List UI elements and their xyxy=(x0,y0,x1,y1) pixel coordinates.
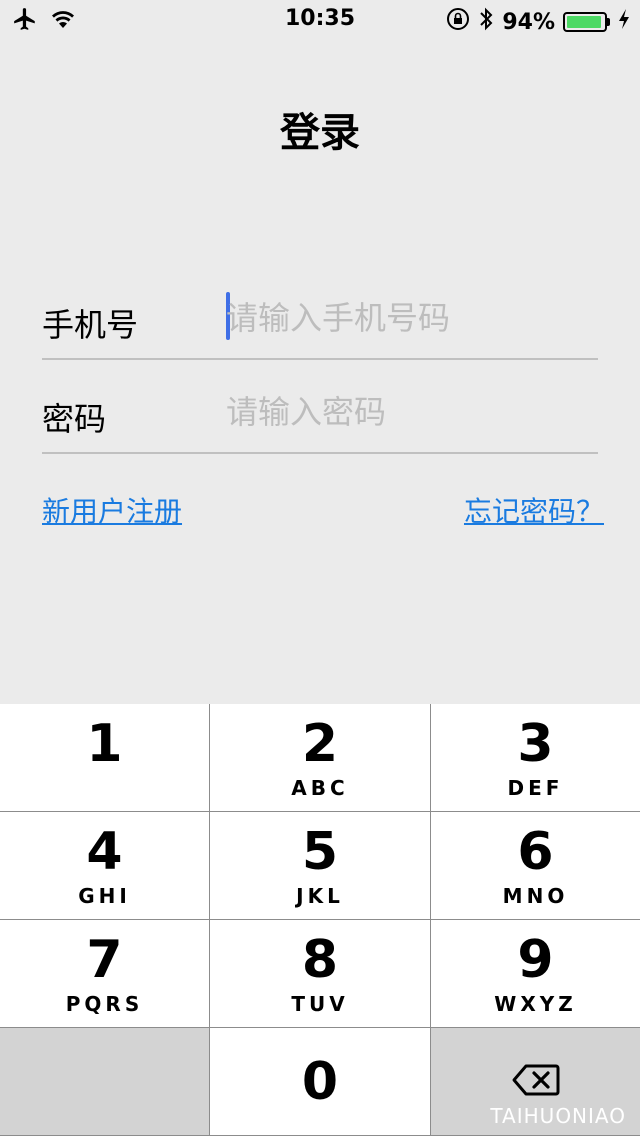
key-5[interactable]: 5 JKL xyxy=(210,812,430,919)
key-digit: 8 xyxy=(301,930,339,990)
key-6[interactable]: 6 MNO xyxy=(431,812,640,919)
numeric-keypad: 1 2 ABC 3 DEF 4 GHI 5 JKL 6 MNO 7 PQRS 8 TUV 9W… xyxy=(0,704,640,1136)
backspace-icon xyxy=(512,1063,560,1101)
battery-percent: 94% xyxy=(502,9,555,35)
key-digit: 6 xyxy=(517,822,554,882)
key-4[interactable]: 4 GHI xyxy=(0,812,209,919)
key-letters: MNO xyxy=(502,884,569,908)
key-digit: 1 xyxy=(86,714,123,774)
key-letters: WXYZ xyxy=(494,992,577,1016)
battery-fill xyxy=(567,16,601,28)
key-digit: 2 xyxy=(301,714,339,774)
register-link[interactable]: 新用户注册 xyxy=(42,490,182,530)
password-input[interactable] xyxy=(226,388,598,436)
charging-icon xyxy=(618,8,630,36)
key-blank xyxy=(0,1028,209,1135)
phone-label: 手机号 xyxy=(42,306,139,344)
page-title: 登录 xyxy=(280,110,360,156)
key-digit: 0 xyxy=(301,1051,339,1112)
status-bar: 10:35 94% xyxy=(0,0,640,40)
key-digit: 3 xyxy=(517,714,554,774)
key-2[interactable]: 2 ABC xyxy=(210,704,430,811)
key-digit: 9 xyxy=(517,930,554,990)
key-digit: 4 xyxy=(86,822,123,882)
key-digit: 7 xyxy=(86,930,123,990)
battery-tip xyxy=(607,18,610,26)
forgot-password-link[interactable]: 忘记密码？ xyxy=(464,490,604,530)
battery-icon xyxy=(563,12,610,32)
key-7[interactable]: 7 PQRS xyxy=(0,920,209,1027)
key-letters: DEF xyxy=(507,776,564,800)
key-8[interactable]: 8 TUV xyxy=(210,920,430,1027)
rotation-lock-icon xyxy=(446,7,470,37)
key-letters: PQRS xyxy=(65,992,144,1016)
bluetooth-icon xyxy=(478,6,494,38)
key-0[interactable]: 0 xyxy=(210,1028,430,1135)
battery-body xyxy=(563,12,607,32)
key-letters: TUV xyxy=(291,992,349,1016)
key-digit: 5 xyxy=(301,822,339,882)
password-label: 密码 xyxy=(42,400,107,438)
phone-row: 手机号 xyxy=(42,268,598,360)
key-9[interactable]: 9 WXYZ xyxy=(431,920,640,1027)
password-row: 密码 xyxy=(42,362,598,454)
key-letters: JKL xyxy=(296,884,344,908)
status-right: 94% xyxy=(446,6,630,38)
watermark: TAIHUONIAO xyxy=(490,1104,626,1128)
key-letters: GHI xyxy=(78,884,131,908)
phone-input[interactable] xyxy=(226,294,598,342)
key-1[interactable]: 1 xyxy=(0,704,209,811)
key-letters: ABC xyxy=(291,776,349,800)
key-3[interactable]: 3 DEF xyxy=(431,704,640,811)
